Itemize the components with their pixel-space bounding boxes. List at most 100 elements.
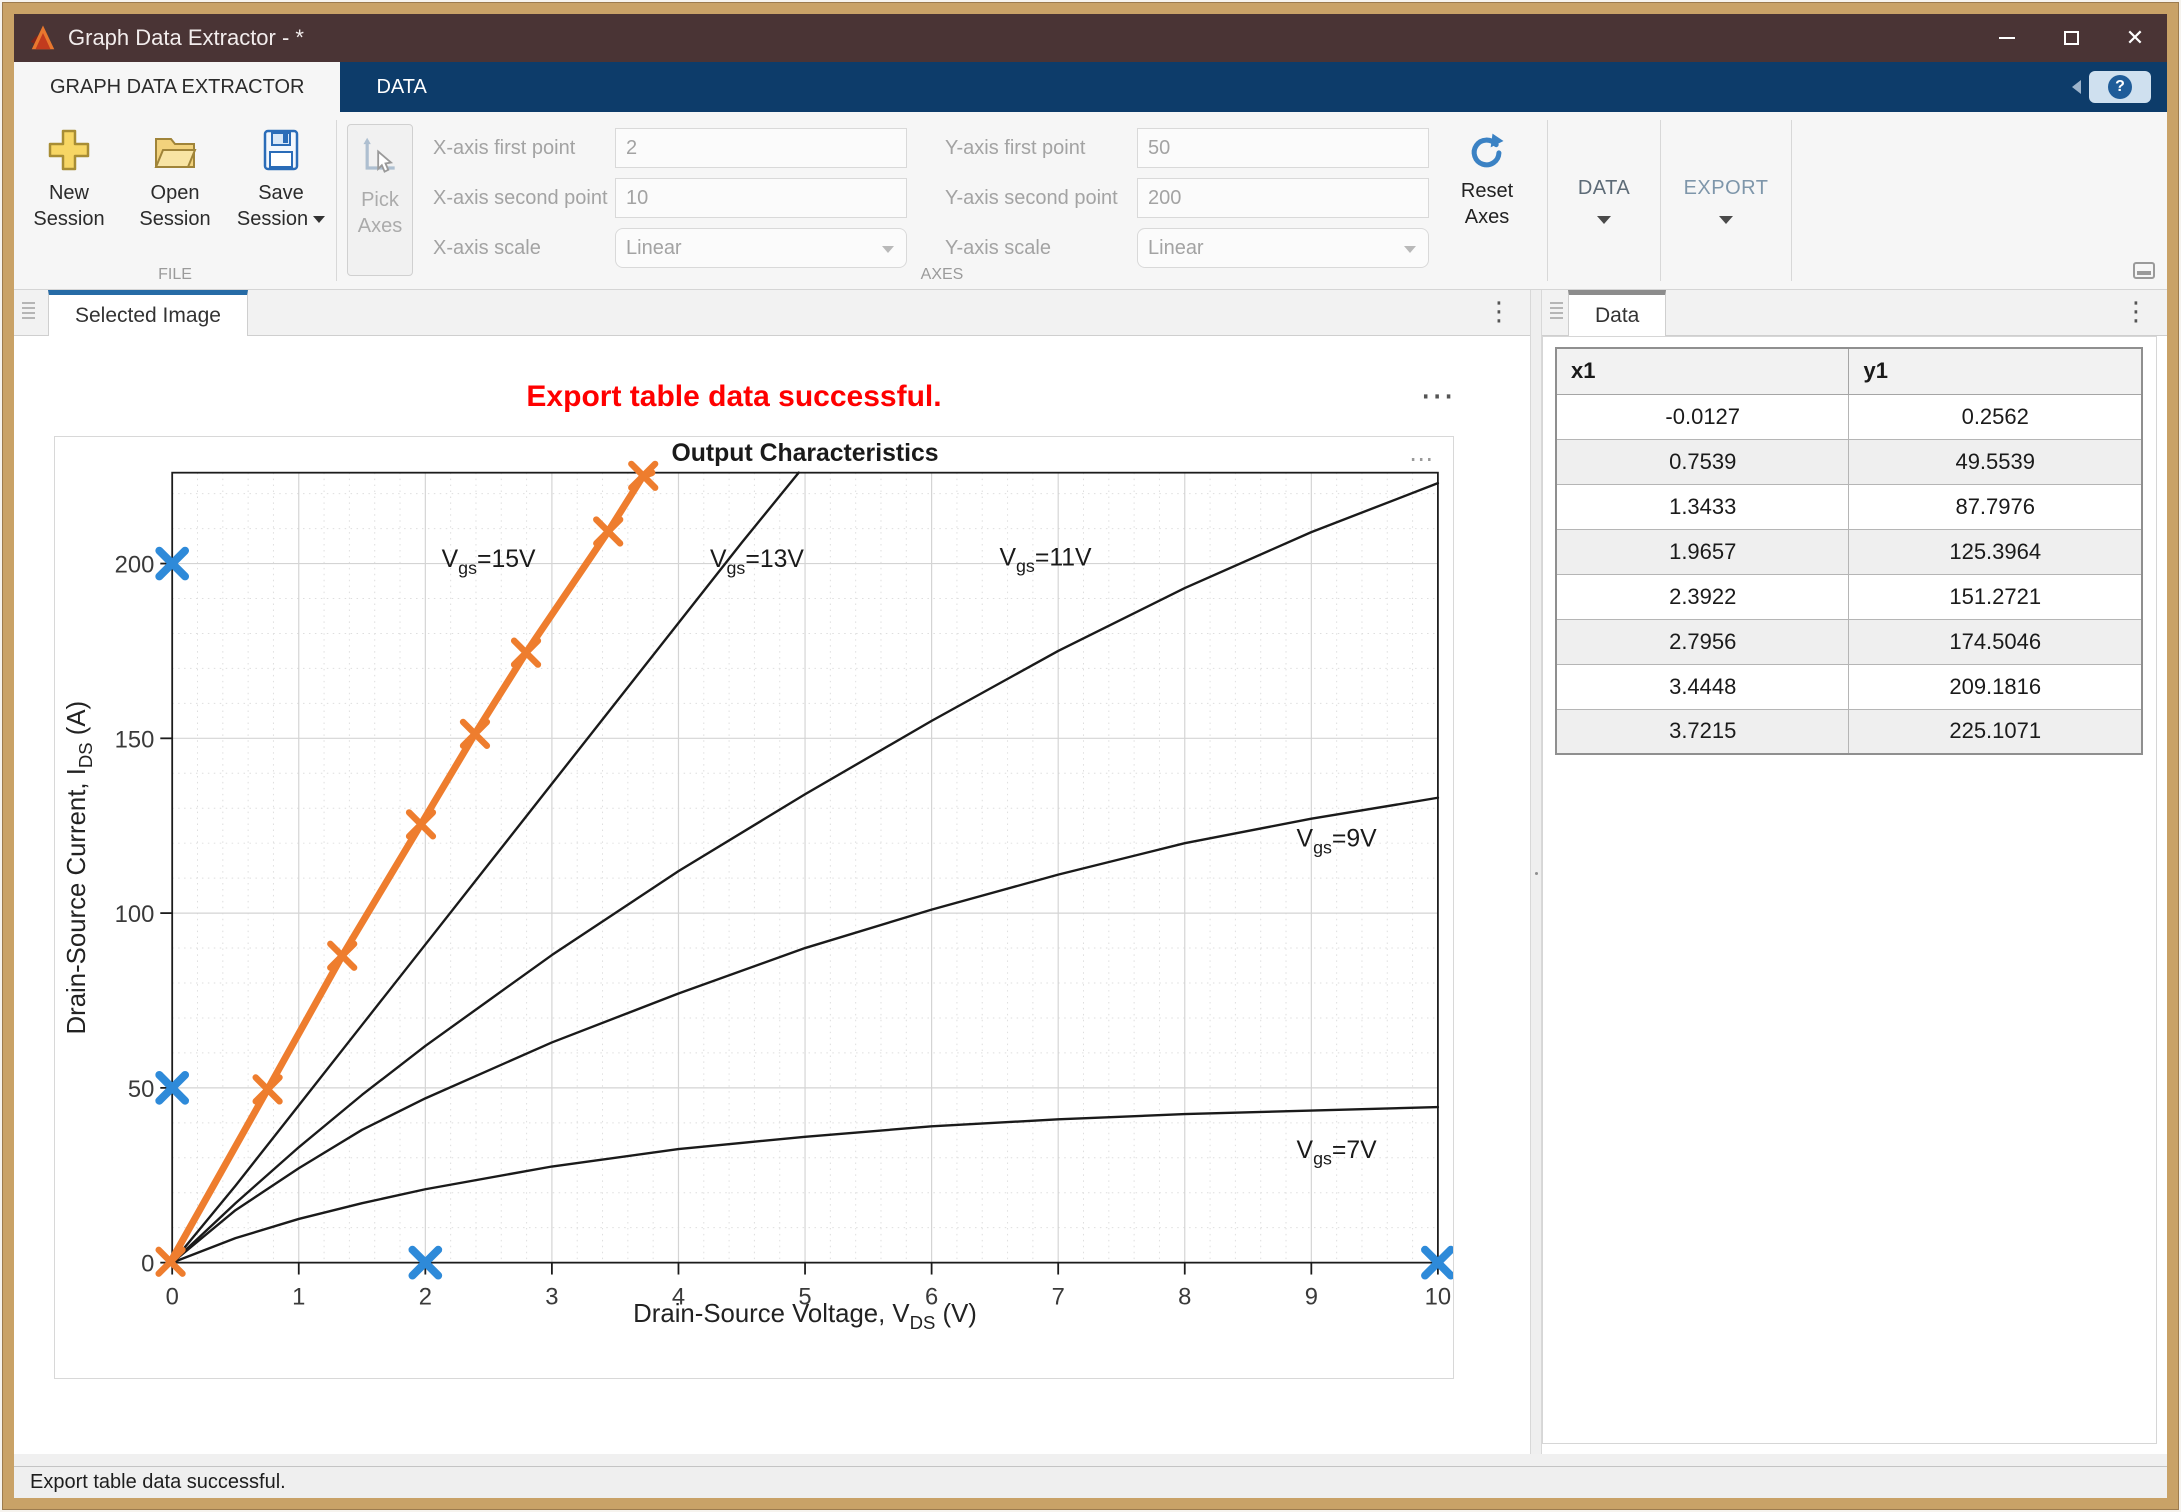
y-second-label: Y-axis second point	[937, 187, 1137, 210]
title-bar: Graph Data Extractor - * ✕	[14, 14, 2167, 62]
svg-text:Output Characteristics: Output Characteristics	[672, 440, 939, 467]
file-group-label: FILE	[14, 266, 336, 284]
table-cell[interactable]: 0.7539	[1556, 439, 1849, 484]
x-scale-label: X-axis scale	[425, 237, 615, 260]
y-scale-select[interactable]: Linear	[1137, 228, 1429, 268]
table-row: 2.7956174.5046	[1556, 619, 2142, 664]
table-cell[interactable]: 87.7976	[1849, 484, 2142, 529]
table-cell[interactable]: 1.9657	[1556, 529, 1849, 574]
table-cell[interactable]: 49.5539	[1849, 439, 2142, 484]
output-characteristics-chart: 012345678910050100150200Vgs=15VVgs=13VVg…	[55, 437, 1453, 1334]
table-cell[interactable]: 151.2721	[1849, 574, 2142, 619]
svg-text:0: 0	[141, 1251, 154, 1278]
column-header-x1: x1	[1556, 348, 1849, 394]
table-cell[interactable]: 3.4448	[1556, 664, 1849, 709]
drag-grip-icon[interactable]	[1550, 302, 1563, 319]
main-area: Selected Image ⋮ Export table data succe…	[14, 290, 2167, 1454]
svg-text:Vgs=13V: Vgs=13V	[710, 546, 804, 578]
save-session-label: Save Session	[237, 182, 308, 230]
help-button[interactable]: ?	[2089, 71, 2151, 103]
drag-grip-icon[interactable]	[22, 302, 35, 319]
x-first-label: X-axis first point	[425, 137, 615, 160]
svg-text:100: 100	[115, 901, 155, 928]
ribbon-toolbar: New Session Open Session Save Session FI…	[14, 112, 2167, 290]
table-cell[interactable]: 174.5046	[1849, 619, 2142, 664]
window-title: Graph Data Extractor - *	[68, 25, 304, 51]
data-dropdown-button[interactable]: DATA	[1548, 112, 1660, 289]
table-cell[interactable]: 225.1071	[1849, 709, 2142, 754]
table-header-row: x1 y1	[1556, 348, 2142, 394]
left-panel-header: Selected Image ⋮	[14, 290, 1530, 336]
column-header-y1: y1	[1849, 348, 2142, 394]
save-dropdown-arrow-icon	[313, 216, 325, 223]
y-second-input[interactable]: 200	[1137, 178, 1429, 218]
close-button[interactable]: ✕	[2103, 14, 2167, 62]
export-success-message: Export table data successful.	[14, 380, 1454, 414]
table-cell[interactable]: 1.3433	[1556, 484, 1849, 529]
minimize-icon	[1999, 37, 2015, 39]
save-floppy-icon	[257, 126, 305, 174]
open-folder-icon	[151, 126, 199, 174]
reset-circular-arrow-icon	[1465, 130, 1509, 174]
tab-graph-data-extractor[interactable]: GRAPH DATA EXTRACTOR	[14, 62, 340, 112]
table-cell[interactable]: 2.3922	[1556, 574, 1849, 619]
svg-text:50: 50	[128, 1076, 154, 1103]
tab-data[interactable]: DATA	[340, 62, 462, 112]
axes-group: Pick Axes X-axis first point 2 Y-axis fi…	[337, 112, 1547, 289]
open-session-button[interactable]: Open Session	[127, 122, 223, 289]
table-cell[interactable]: 0.2562	[1849, 394, 2142, 439]
ribbon-tabstrip: GRAPH DATA EXTRACTOR DATA ?	[14, 62, 2167, 112]
new-plus-icon	[45, 126, 93, 174]
left-panel-menu-button[interactable]: ⋮	[1486, 298, 1512, 324]
table-row: 1.9657125.3964	[1556, 529, 2142, 574]
svg-text:Vgs=11V: Vgs=11V	[999, 544, 1092, 576]
svg-text:1: 1	[292, 1283, 305, 1310]
x-scale-select[interactable]: Linear	[615, 228, 907, 268]
new-session-button[interactable]: New Session	[21, 122, 117, 289]
selected-image-panel: Selected Image ⋮ Export table data succe…	[14, 290, 1530, 1454]
chevron-down-icon	[1719, 216, 1733, 224]
svg-text:Drain-Source Current, IDS (A): Drain-Source Current, IDS (A)	[63, 701, 96, 1035]
table-cell[interactable]: 125.3964	[1849, 529, 2142, 574]
chevron-down-icon	[882, 246, 894, 253]
selected-image-content: Export table data successful. ⋯ ⋯ 012345…	[14, 336, 1530, 1454]
axes-group-label: AXES	[337, 266, 1547, 284]
x-first-input[interactable]: 2	[615, 128, 907, 168]
table-cell[interactable]: -0.0127	[1556, 394, 1849, 439]
data-panel: Data ⋮ x1 y1 -0.01270.25620.753949.55391…	[1542, 290, 2167, 1454]
data-table-container: x1 y1 -0.01270.25620.753949.55391.343387…	[1542, 336, 2157, 1444]
x-second-input[interactable]: 10	[615, 178, 907, 218]
svg-text:10: 10	[1425, 1283, 1451, 1310]
table-cell[interactable]: 3.7215	[1556, 709, 1849, 754]
svg-text:2: 2	[419, 1283, 432, 1310]
minimize-button[interactable]	[1975, 14, 2039, 62]
right-panel-menu-button[interactable]: ⋮	[2123, 298, 2149, 324]
tab-selected-image[interactable]: Selected Image	[48, 290, 248, 336]
y-first-label: Y-axis first point	[937, 137, 1137, 160]
save-session-button[interactable]: Save Session	[233, 122, 329, 289]
panel-splitter[interactable]	[1530, 290, 1542, 1454]
minimize-ribbon-icon[interactable]	[2133, 262, 2155, 279]
svg-text:3: 3	[545, 1283, 558, 1310]
pick-axes-icon	[358, 135, 402, 179]
table-cell[interactable]: 2.7956	[1556, 619, 1849, 664]
tab-data-panel[interactable]: Data	[1568, 290, 1666, 336]
svg-text:8: 8	[1178, 1283, 1191, 1310]
pick-axes-button[interactable]: Pick Axes	[347, 124, 413, 276]
matlab-logo-icon	[28, 23, 58, 53]
table-row: 1.343387.7976	[1556, 484, 2142, 529]
maximize-icon	[2064, 31, 2079, 45]
extracted-data-table: x1 y1 -0.01270.25620.753949.55391.343387…	[1555, 347, 2143, 755]
status-bar: Export table data successful.	[14, 1466, 2167, 1498]
graph-image: ⋯ 012345678910050100150200Vgs=15VVgs=13V…	[54, 436, 1454, 1379]
chart-overflow-menu-button[interactable]: ⋯	[1409, 445, 1435, 474]
maximize-button[interactable]	[2039, 14, 2103, 62]
svg-text:200: 200	[115, 551, 155, 578]
y-scale-label: Y-axis scale	[937, 237, 1137, 260]
reset-axes-button[interactable]: Reset Axes	[1445, 122, 1529, 230]
image-overflow-menu-button[interactable]: ⋯	[1420, 376, 1456, 416]
table-row: 0.753949.5539	[1556, 439, 2142, 484]
y-first-input[interactable]: 50	[1137, 128, 1429, 168]
export-dropdown-button[interactable]: EXPORT	[1661, 112, 1791, 289]
table-cell[interactable]: 209.1816	[1849, 664, 2142, 709]
